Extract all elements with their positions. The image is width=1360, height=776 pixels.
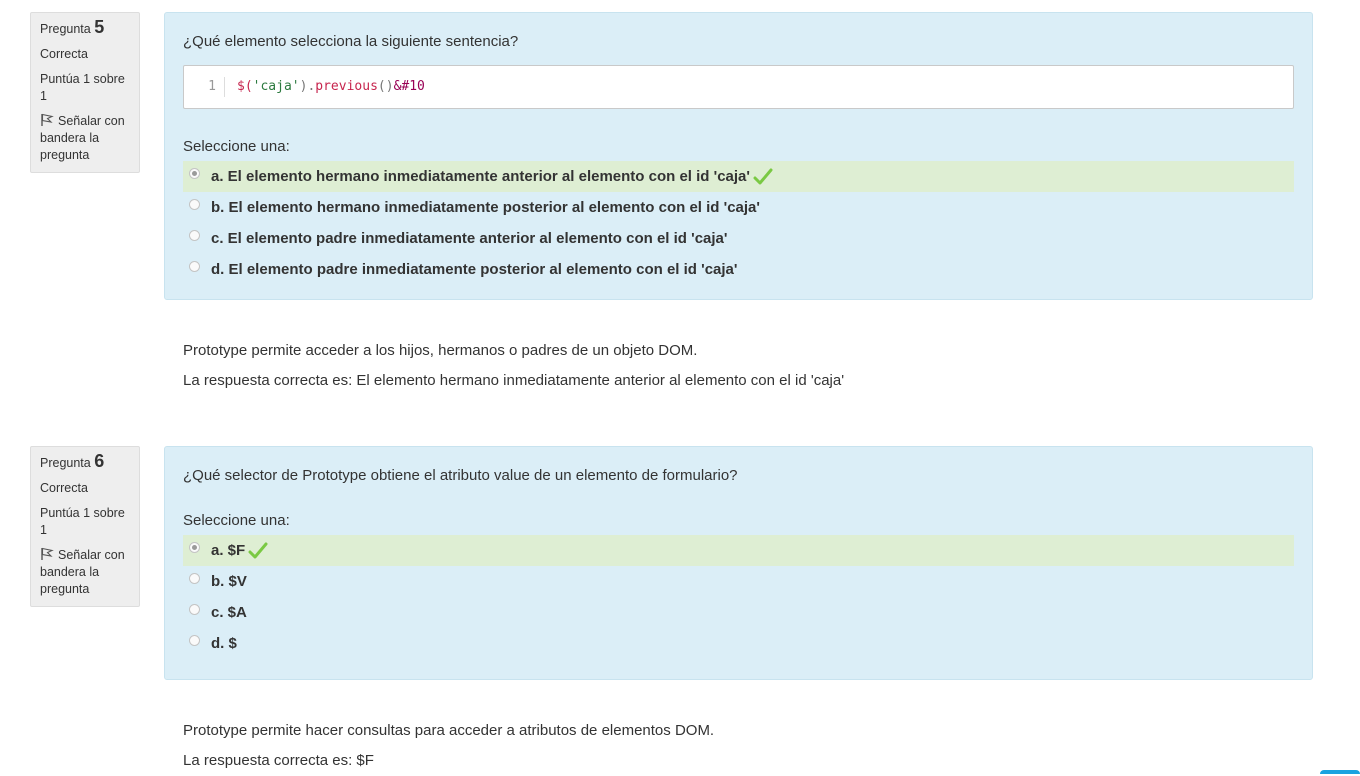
question-label: Pregunta: [40, 22, 91, 36]
question-label: Pregunta: [40, 456, 91, 470]
answer-label: c. $A: [211, 604, 247, 621]
code-token: &#10: [393, 79, 425, 94]
general-feedback: Prototype permite acceder a los hijos, h…: [183, 342, 698, 359]
answer-option-b[interactable]: b. El elemento hermano inmediatamente po…: [183, 192, 1294, 223]
answer-list: a. $F b. $V c. $A d. $: [183, 535, 1294, 659]
answer-prompt: Seleccione una:: [183, 512, 290, 529]
right-answer: La respuesta correcta es: $F: [183, 752, 374, 769]
general-feedback: Prototype permite hacer consultas para a…: [183, 722, 715, 739]
question-number: 5: [94, 17, 105, 37]
question-formulation: ¿Qué selector de Prototype obtiene el at…: [164, 446, 1313, 680]
answer-label: d. El elemento padre inmediatamente post…: [211, 261, 738, 278]
question-text: ¿Qué elemento selecciona la siguiente se…: [183, 33, 519, 50]
question-info: Pregunta 6 Correcta Puntúa 1 sobre 1 Señ…: [30, 446, 140, 607]
flag-question-link[interactable]: Señalar con bandera la pregunta: [40, 113, 133, 164]
answer-option-b[interactable]: b. $V: [183, 566, 1294, 597]
question-grade: Puntúa 1 sobre 1: [40, 72, 125, 103]
radio-button[interactable]: [189, 261, 200, 272]
question-feedback: Prototype permite hacer consultas para a…: [183, 716, 714, 776]
question-state: Correcta: [40, 481, 88, 495]
radio-button[interactable]: [189, 542, 200, 553]
question-number-row: Pregunta 6: [40, 451, 133, 472]
answer-option-a[interactable]: a. El elemento hermano inmediatamente an…: [183, 161, 1294, 192]
radio-button[interactable]: [189, 230, 200, 241]
answer-label: a. El elemento hermano inmediatamente an…: [211, 168, 750, 185]
scroll-to-top-button[interactable]: [1320, 770, 1360, 774]
code-token: (): [377, 79, 394, 94]
question-info: Pregunta 5 Correcta Puntúa 1 sobre 1 Señ…: [30, 12, 140, 173]
question-number-row: Pregunta 5: [40, 17, 133, 38]
answer-option-c[interactable]: c. El elemento padre inmediatamente ante…: [183, 223, 1294, 254]
answer-option-c[interactable]: c. $A: [183, 597, 1294, 628]
radio-button[interactable]: [189, 199, 200, 210]
code-token: $(: [237, 79, 253, 94]
answer-label: b. $V: [211, 573, 247, 590]
question-text: ¿Qué selector de Prototype obtiene el at…: [183, 467, 738, 484]
code-line: $('caja').previous()&#10: [225, 77, 425, 97]
check-icon: [753, 168, 773, 184]
radio-button[interactable]: [189, 168, 200, 179]
radio-button[interactable]: [189, 573, 200, 584]
answer-option-a[interactable]: a. $F: [183, 535, 1294, 566]
flag-icon: [41, 113, 54, 126]
question-number: 6: [94, 451, 105, 471]
answer-list: a. El elemento hermano inmediatamente an…: [183, 161, 1294, 285]
question-state: Correcta: [40, 47, 88, 61]
right-answer: La respuesta correcta es: El elemento he…: [183, 372, 845, 389]
radio-button[interactable]: [189, 635, 200, 646]
flag-icon: [41, 547, 54, 560]
answer-prompt: Seleccione una:: [183, 138, 290, 155]
answer-option-d[interactable]: d. $: [183, 628, 1294, 659]
answer-label: b. El elemento hermano inmediatamente po…: [211, 199, 760, 216]
check-icon: [248, 542, 268, 558]
radio-button[interactable]: [189, 604, 200, 615]
code-token: previous: [315, 79, 378, 94]
code-token: 'caja': [252, 79, 300, 94]
flag-question-link[interactable]: Señalar con bandera la pregunta: [40, 547, 133, 598]
answer-label: d. $: [211, 635, 237, 652]
code-line-number: 1: [184, 77, 225, 97]
answer-option-d[interactable]: d. El elemento padre inmediatamente post…: [183, 254, 1294, 285]
question-feedback: Prototype permite acceder a los hijos, h…: [183, 336, 844, 396]
question-formulation: ¿Qué elemento selecciona la siguiente se…: [164, 12, 1313, 300]
question-grade: Puntúa 1 sobre 1: [40, 506, 125, 537]
answer-label: a. $F: [211, 542, 246, 559]
answer-label: c. El elemento padre inmediatamente ante…: [211, 230, 728, 247]
code-token: ).: [299, 79, 316, 94]
code-block: 1 $('caja').previous()&#10: [183, 65, 1294, 109]
